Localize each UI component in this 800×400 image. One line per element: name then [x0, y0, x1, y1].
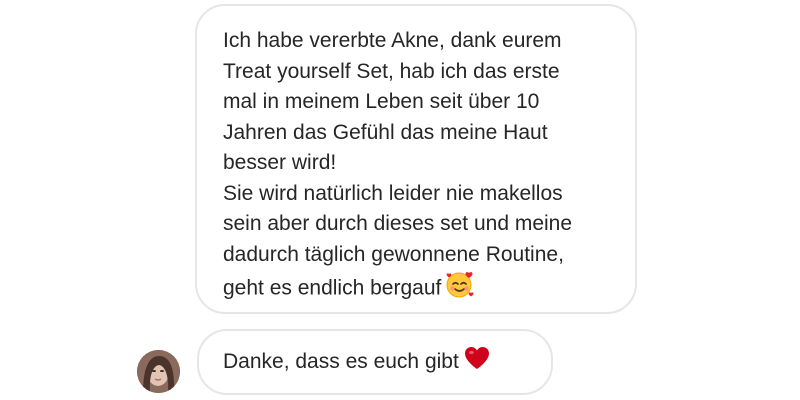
message-bubble: Danke, dass es euch gibt [197, 329, 553, 395]
message-body: Danke, dass es euch gibt [223, 349, 459, 373]
avatar-photo [137, 350, 180, 393]
smiling-face-with-hearts-icon [445, 270, 475, 308]
message-body: Ich habe vererbte Akne, dank eurem Treat… [223, 29, 573, 300]
avatar[interactable] [137, 350, 180, 393]
message-text: Danke, dass es euch gibt [223, 345, 491, 380]
red-heart-icon [463, 345, 491, 380]
message-bubble: Ich habe vererbte Akne, dank eurem Treat… [195, 4, 637, 314]
message-text: Ich habe vererbte Akne, dank eurem Treat… [223, 26, 611, 308]
